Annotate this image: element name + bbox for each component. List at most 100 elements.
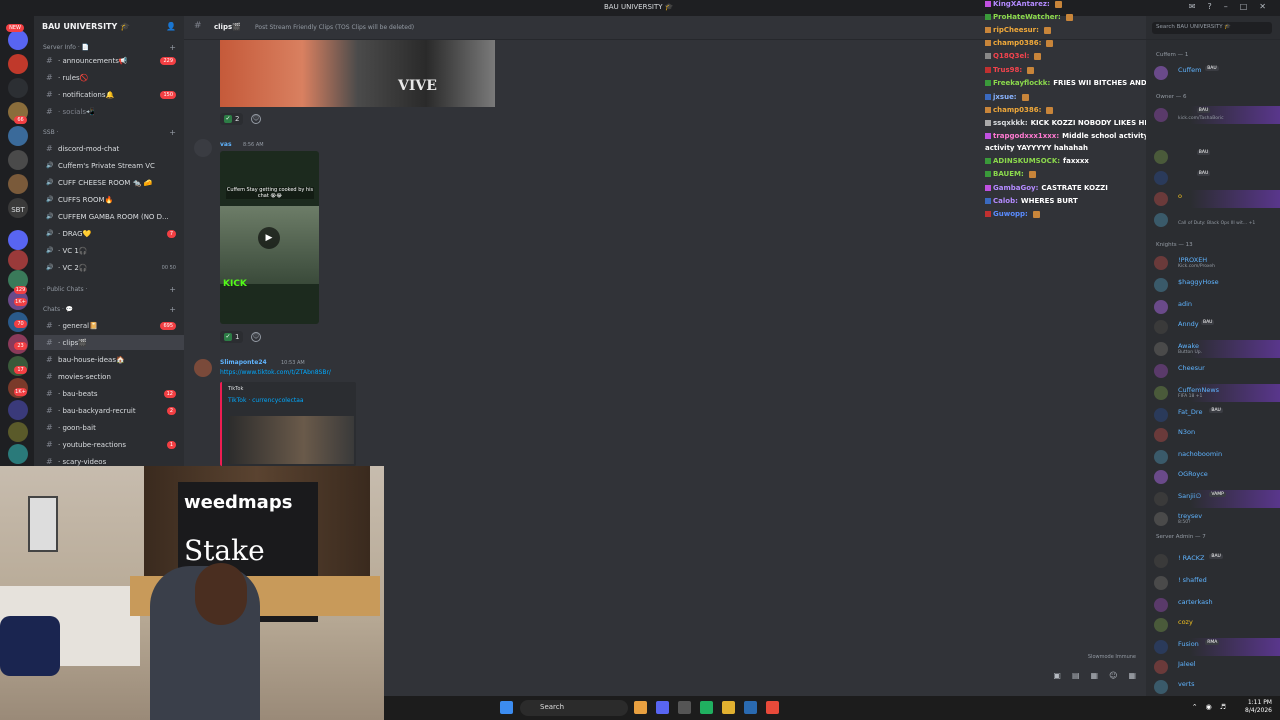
member-row[interactable]: Cheesur xyxy=(1152,362,1280,380)
chrome-icon[interactable] xyxy=(634,701,647,714)
server-icon[interactable] xyxy=(8,444,28,464)
text-channel[interactable]: # · general📔 695 xyxy=(34,318,184,333)
text-channel[interactable]: # · youtube-reactions 1 xyxy=(34,437,184,452)
voice-channel[interactable]: 🔊 CUFFEM GAMBA ROOM (NO D... xyxy=(34,209,184,224)
member-row[interactable]: Fusion RMA xyxy=(1152,638,1280,656)
server-icon[interactable] xyxy=(8,78,28,98)
member-row[interactable]: !PROXEH Kick.com/Proxeh xyxy=(1152,254,1280,272)
member-row[interactable]: Awake Button Up. xyxy=(1152,340,1280,358)
member-row[interactable]: Jaleel xyxy=(1152,658,1280,676)
member-row[interactable]: verts xyxy=(1152,678,1280,696)
voice-channel[interactable]: 🔊 Cuffem's Private Stream VC xyxy=(34,158,184,173)
add-channel-icon[interactable]: + xyxy=(169,285,176,294)
sticker-icon[interactable]: ▦ xyxy=(1091,671,1099,680)
member-row[interactable]: o xyxy=(1152,190,1280,208)
text-channel[interactable]: # bau-house-ideas🏠 xyxy=(34,352,184,367)
add-channel-icon[interactable]: + xyxy=(169,43,176,52)
member-row[interactable]: treysev 8:50? xyxy=(1152,510,1280,528)
server-icon[interactable] xyxy=(8,150,28,170)
play-icon[interactable]: ▶ xyxy=(258,227,280,249)
server-header[interactable]: BAU UNIVERSITY 🎓 👤 xyxy=(34,16,184,40)
text-channel[interactable]: # · clips🎬 xyxy=(34,335,184,350)
member-row[interactable]: CuffemNews FIFA 18 +1 xyxy=(1152,384,1280,402)
member-row[interactable]: BAU xyxy=(1152,169,1280,187)
taskbar-search[interactable]: Search xyxy=(520,700,628,716)
apps-icon[interactable]: ▦ xyxy=(1128,671,1136,680)
member-row[interactable]: cozy xyxy=(1152,616,1280,634)
voice-channel[interactable]: 🔊 · DRAG💛 7 xyxy=(34,226,184,241)
embed-image[interactable] xyxy=(228,416,354,464)
clip-thumbnail[interactable]: VIVE xyxy=(220,40,495,107)
app-icon[interactable] xyxy=(700,701,713,714)
volume-icon[interactable]: ♬ xyxy=(1220,703,1226,711)
server-icon[interactable] xyxy=(8,174,28,194)
member-row[interactable]: nachoboomin xyxy=(1152,448,1280,466)
server-icon[interactable] xyxy=(8,400,28,420)
text-channel[interactable]: # · notifications🔔 150 xyxy=(34,87,184,102)
windows-start-icon[interactable] xyxy=(500,701,513,714)
server-icon[interactable] xyxy=(8,30,28,50)
obs-icon[interactable] xyxy=(678,701,691,714)
text-channel[interactable]: # movies-section xyxy=(34,369,184,384)
server-icon[interactable] xyxy=(8,422,28,442)
text-channel[interactable]: # discord-mod-chat xyxy=(34,141,184,156)
server-icon[interactable] xyxy=(8,126,28,146)
tray-chevron-icon[interactable]: ⌃ xyxy=(1192,703,1198,711)
channel-category[interactable]: SSB · + xyxy=(34,125,184,140)
text-channel[interactable]: # · rules🚫 xyxy=(34,70,184,85)
text-channel[interactable]: # · announcements📢 229 xyxy=(34,53,184,68)
folder-icon[interactable] xyxy=(722,701,735,714)
message-author[interactable]: Slimaponte24 xyxy=(220,359,267,366)
voice-channel[interactable]: 🔊 · VC 1🎧 xyxy=(34,243,184,258)
network-icon[interactable]: ◉ xyxy=(1206,703,1212,711)
emoji-icon[interactable]: ☺ xyxy=(1109,671,1117,680)
server-folder-label[interactable]: SBT xyxy=(4,206,32,214)
add-channel-icon[interactable]: + xyxy=(169,305,176,314)
avatar[interactable] xyxy=(194,359,212,377)
member-row[interactable]: ! RACKZ BAU xyxy=(1152,552,1280,570)
add-reaction-icon[interactable]: ☺ xyxy=(251,332,261,342)
discord-icon[interactable] xyxy=(656,701,669,714)
add-channel-icon[interactable]: + xyxy=(169,128,176,137)
message-author[interactable]: vas xyxy=(220,141,232,148)
channel-category[interactable]: · Public Chats · + xyxy=(34,282,184,297)
member-row[interactable]: Fat_Dre BAU xyxy=(1152,406,1280,424)
server-icon[interactable] xyxy=(8,250,28,270)
member-row[interactable]: $haggyHose xyxy=(1152,276,1280,294)
gift-icon[interactable]: ▣ xyxy=(1053,671,1061,680)
member-row[interactable]: carterkash xyxy=(1152,596,1280,614)
member-row[interactable]: Call of Duty: Black Ops III wit... +1 xyxy=(1152,211,1280,229)
text-channel[interactable]: # · goon-bait xyxy=(34,420,184,435)
text-channel[interactable]: # · bau-backyard-recruit 2 xyxy=(34,403,184,418)
member-row[interactable]: OGRoyce xyxy=(1152,468,1280,486)
server-icon[interactable] xyxy=(8,54,28,74)
text-channel[interactable]: # · scary-videos xyxy=(34,454,184,466)
member-row[interactable]: Anndy BAU xyxy=(1152,318,1280,336)
text-channel[interactable]: # · bau-beats 12 xyxy=(34,386,184,401)
member-row[interactable]: N3on xyxy=(1152,426,1280,444)
member-row[interactable]: Cuffem BAU xyxy=(1152,64,1280,82)
member-row[interactable]: Sanjii∅ VAMP xyxy=(1152,490,1280,508)
search-input[interactable]: Search BAU UNIVERSITY 🎓 xyxy=(1152,22,1272,34)
server-icon[interactable] xyxy=(8,230,28,250)
embed-title[interactable]: TikTok · currencycolectaa xyxy=(228,397,304,404)
member-row[interactable]: BAU kick.com/TashaBoric xyxy=(1152,106,1280,124)
add-reaction-icon[interactable]: ☺ xyxy=(251,114,261,124)
clock[interactable]: 1:11 PM 8/4/2026 xyxy=(1245,699,1272,715)
member-row[interactable]: adin xyxy=(1152,298,1280,316)
reaction-check[interactable]: ✓ 1 xyxy=(220,331,244,343)
avatar[interactable] xyxy=(194,139,212,157)
steam-icon[interactable] xyxy=(744,701,757,714)
text-channel[interactable]: # · socials📲 xyxy=(34,104,184,119)
voice-channel[interactable]: 🔊 CUFF CHEESE ROOM 🐀 🧀 xyxy=(34,175,184,190)
voice-channel[interactable]: 🔊 · VC 2🎧 00 50 xyxy=(34,260,184,275)
video-attachment[interactable]: Cuffem Stay getting cooked by his chat 😭… xyxy=(220,151,319,324)
member-row[interactable]: ! shaffed xyxy=(1152,574,1280,592)
reaction-check[interactable]: ✓ 2 xyxy=(220,113,244,125)
add-member-icon[interactable]: 👤 xyxy=(166,22,176,34)
member-row[interactable]: BAU xyxy=(1152,148,1280,166)
message-link[interactable]: https://www.tiktok.com/t/ZTAbn8SBr/ xyxy=(220,369,331,376)
channel-category[interactable]: Chats · 💬 + xyxy=(34,302,184,317)
voice-channel[interactable]: 🔊 CUFFS ROOM🔥 xyxy=(34,192,184,207)
browser-icon[interactable] xyxy=(766,701,779,714)
